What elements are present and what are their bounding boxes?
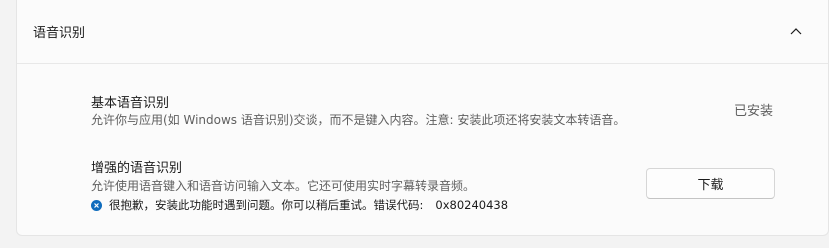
basic-speech-description: 允许你与应用(如 Windows 语音识别)交谈，而不是键入内容。注意: 安装此… [91,113,626,127]
error-x-icon [91,199,102,211]
basic-speech-title: 基本语音识别 [91,96,170,111]
chevron-up-icon[interactable] [785,20,807,42]
section-header[interactable]: 语音识别 [17,0,828,64]
error-message: 很抱歉，安装此功能时遇到问题。你可以稍后重试。错误代码: [109,198,424,212]
enhanced-speech-description: 允许使用语音键入和语音访问输入文本。它还可使用实时字幕转录音频。 [91,179,476,193]
error-code: 0x80240438 [435,198,509,212]
section-title: 语音识别 [33,26,86,41]
error-message-line: 很抱歉，安装此功能时遇到问题。你可以稍后重试。错误代码: 0x80240438 [91,197,508,213]
enhanced-speech-title: 增强的语音识别 [91,161,183,176]
installed-status: 已安装 [734,104,774,119]
speech-recognition-panel: 语音识别 基本语音识别 允许你与应用(如 Windows 语音识别)交谈，而不是… [16,0,829,236]
download-button[interactable]: 下载 [646,168,775,199]
